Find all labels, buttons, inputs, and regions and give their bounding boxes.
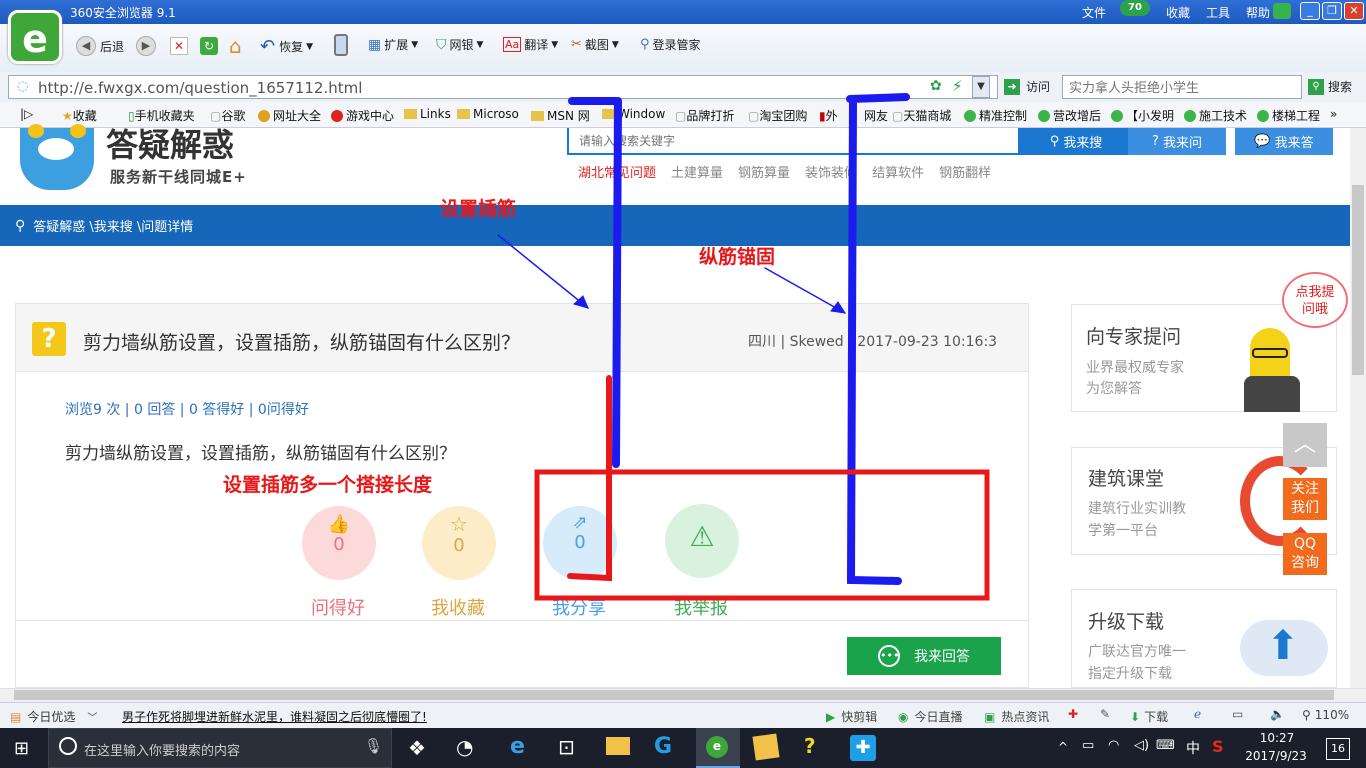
tray-expand-icon[interactable]: ^: [1058, 740, 1068, 754]
today-picks[interactable]: ▤ 今日优选 ﹀: [10, 708, 97, 725]
app-g-icon[interactable]: G: [654, 734, 672, 759]
help-icon[interactable]: ?: [804, 734, 816, 758]
status-item[interactable]: ◉ 今日直播: [898, 708, 963, 725]
browser-360-icon: e: [706, 736, 728, 758]
ie-icon[interactable]: ℯ: [1194, 707, 1201, 721]
download-button[interactable]: ⬇ 下载: [1130, 708, 1168, 725]
annotation-arrow: [764, 267, 846, 314]
file-explorer-icon[interactable]: [606, 737, 630, 755]
wifi-icon[interactable]: ◠: [1108, 738, 1119, 753]
hot-news-icon: ▣: [984, 709, 996, 724]
medical-icon[interactable]: ✚: [1068, 707, 1078, 721]
live-icon: ◉: [898, 709, 909, 724]
annotation-label-insert: 设置插筋: [440, 198, 517, 220]
pin-icon[interactable]: ✎: [1100, 707, 1110, 721]
ime-indicator[interactable]: 中: [1186, 738, 1200, 758]
annotation-label-anchor: 纵筋锚固: [699, 246, 776, 268]
speaker-icon[interactable]: 🔈: [1270, 707, 1285, 721]
download-icon: ⬇: [1130, 709, 1141, 724]
microphone-icon[interactable]: 🎙: [364, 737, 383, 755]
status-item[interactable]: ▶ 快剪辑: [826, 708, 877, 725]
zoom-level[interactable]: ⚲ 110%: [1302, 708, 1349, 722]
taskbar-search-text: 在这里输入你要搜索的内容: [84, 744, 241, 759]
annotation-red-bar: [567, 375, 612, 582]
keyboard-icon[interactable]: ⌨: [1156, 738, 1175, 753]
battery-icon[interactable]: ▭: [1082, 738, 1094, 753]
news-headline[interactable]: 男子作死将脚埋进新鲜水泥里，谁料凝固之后彻底懵圈了!: [122, 708, 427, 725]
volume-icon[interactable]: ◁): [1134, 738, 1149, 753]
task-view-icon[interactable]: ❖: [408, 736, 426, 760]
cortana-icon: [59, 737, 77, 755]
notification-center[interactable]: 16: [1326, 738, 1350, 760]
chevron-down-icon: ﹀: [87, 713, 98, 724]
taskbar-browser-active[interactable]: e: [696, 728, 740, 768]
annotation-arrowhead: [830, 301, 847, 314]
news-icon: ▤: [10, 709, 22, 724]
store-icon[interactable]: ⊡: [558, 735, 575, 759]
video-icon: ▶: [826, 709, 836, 724]
window-icon[interactable]: ▭: [1232, 707, 1243, 721]
clock-date[interactable]: 2017/9/23: [1244, 749, 1308, 763]
annotation-note: 设置插筋多一个搭接长度: [223, 474, 433, 496]
annotation-blue-bar-right: [846, 93, 910, 585]
windows-start-icon[interactable]: ⊞: [14, 738, 29, 759]
notes-icon[interactable]: [752, 733, 780, 761]
annotation-layer: [497, 93, 990, 601]
sogou-ime-icon[interactable]: S: [1212, 737, 1224, 756]
zoom-icon: ⚲: [1302, 708, 1311, 722]
clock-time[interactable]: 10:27: [1250, 731, 1304, 745]
annotation-arrow: [497, 234, 589, 309]
status-item[interactable]: ▣ 热点资讯: [984, 708, 1049, 725]
edge-icon[interactable]: e: [510, 734, 525, 759]
app-icon[interactable]: ◔: [456, 735, 473, 759]
app-plus-icon[interactable]: ✚: [850, 735, 876, 761]
